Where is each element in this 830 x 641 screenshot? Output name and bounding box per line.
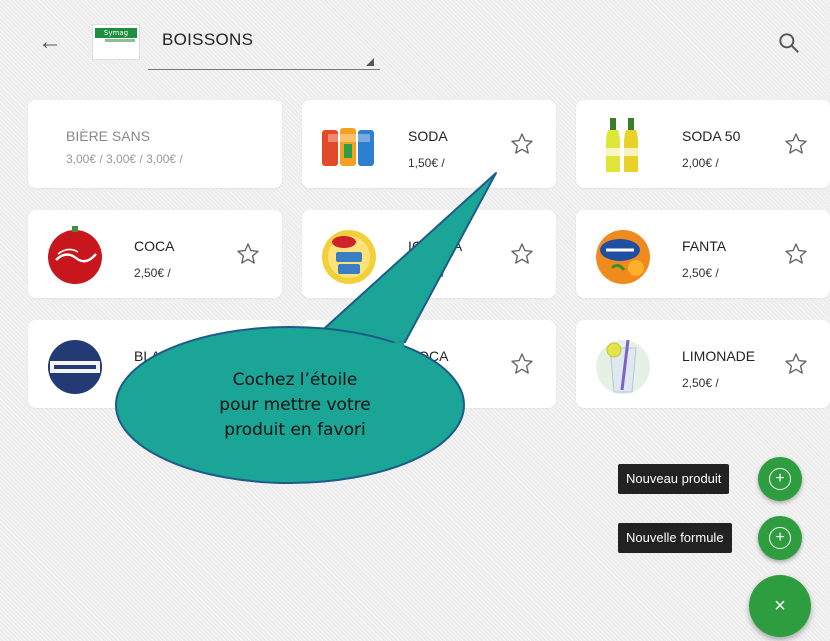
product-card-ice-tea[interactable]: ICE TEA 2,50€ /: [302, 210, 556, 298]
tutorial-callout-text: Cochez l’étoile pour mettre votre produi…: [150, 368, 440, 443]
lemonade-glass-image: [596, 339, 650, 394]
category-dropdown[interactable]: [148, 48, 380, 70]
star-icon[interactable]: [784, 242, 808, 266]
product-name: SODA: [408, 128, 448, 144]
product-price: 2,50€ /: [682, 266, 719, 280]
star-icon[interactable]: [236, 242, 260, 266]
search-icon[interactable]: [776, 30, 802, 56]
fanta-logo-image: [596, 230, 650, 284]
callout-line: Cochez l’étoile: [232, 370, 358, 390]
product-name: BLANCART: [134, 348, 209, 364]
product-price: 1,50€ /: [408, 156, 445, 170]
new-product-button[interactable]: +: [758, 457, 802, 501]
soda-cans-image: [322, 128, 374, 166]
product-name: LIMONADE: [682, 348, 756, 364]
coca-cola-logo-image: [48, 226, 102, 284]
star-icon[interactable]: [510, 132, 534, 156]
product-card-coca[interactable]: COCA 2,50€ /: [28, 210, 282, 298]
star-icon[interactable]: [510, 352, 534, 376]
blancart-logo-image: [48, 340, 102, 394]
callout-line: produit en favori: [224, 420, 366, 440]
product-price: 2,50€ /: [408, 266, 445, 280]
close-menu-button[interactable]: ×: [749, 575, 811, 637]
product-card-soda[interactable]: SODA 1,50€ /: [302, 100, 556, 188]
dropdown-triangle-icon: [366, 58, 374, 66]
symag-logo: Symag: [92, 24, 140, 60]
star-icon[interactable]: [510, 242, 534, 266]
product-name: COCA: [408, 348, 449, 364]
new-formula-label[interactable]: Nouvelle formule: [618, 523, 732, 553]
product-price: 2,50€ /: [134, 266, 171, 280]
new-product-label[interactable]: Nouveau produit: [618, 464, 730, 494]
product-name: COCA: [134, 238, 175, 254]
lipton-ice-tea-logo-image: [322, 230, 376, 284]
product-name: SODA 50: [682, 128, 741, 144]
top-app-bar: ← Symag BOISSONS: [0, 0, 830, 90]
product-price: 2,50€ /: [682, 376, 719, 390]
product-card-biere-sans[interactable]: BIÈRE SANS 3,00€ / 3,00€ / 3,00€ /: [28, 100, 282, 188]
star-icon[interactable]: [784, 132, 808, 156]
logo-underline: [105, 39, 135, 42]
new-formula-button[interactable]: +: [758, 516, 802, 560]
add-circle-icon: +: [769, 468, 791, 490]
product-name: BIÈRE SANS: [66, 128, 151, 144]
category-title: BOISSONS: [162, 30, 254, 49]
product-name: FANTA: [682, 238, 727, 254]
logo-text: Symag: [95, 28, 137, 38]
product-name: ICE TEA: [408, 238, 463, 254]
product-card-soda-50[interactable]: SODA 50 2,00€ /: [576, 100, 830, 188]
add-circle-icon: +: [769, 527, 791, 549]
star-icon[interactable]: [784, 352, 808, 376]
product-price: 3,00€ / 3,00€ / 3,00€ /: [66, 152, 183, 166]
callout-line: pour mettre votre: [219, 395, 371, 415]
product-card-fanta[interactable]: FANTA 2,50€ /: [576, 210, 830, 298]
product-card-limonade[interactable]: LIMONADE 2,50€ /: [576, 320, 830, 408]
soda-bottles-image: [606, 118, 638, 172]
back-arrow-icon[interactable]: ←: [36, 28, 64, 56]
product-price: 2,00€ /: [682, 156, 719, 170]
